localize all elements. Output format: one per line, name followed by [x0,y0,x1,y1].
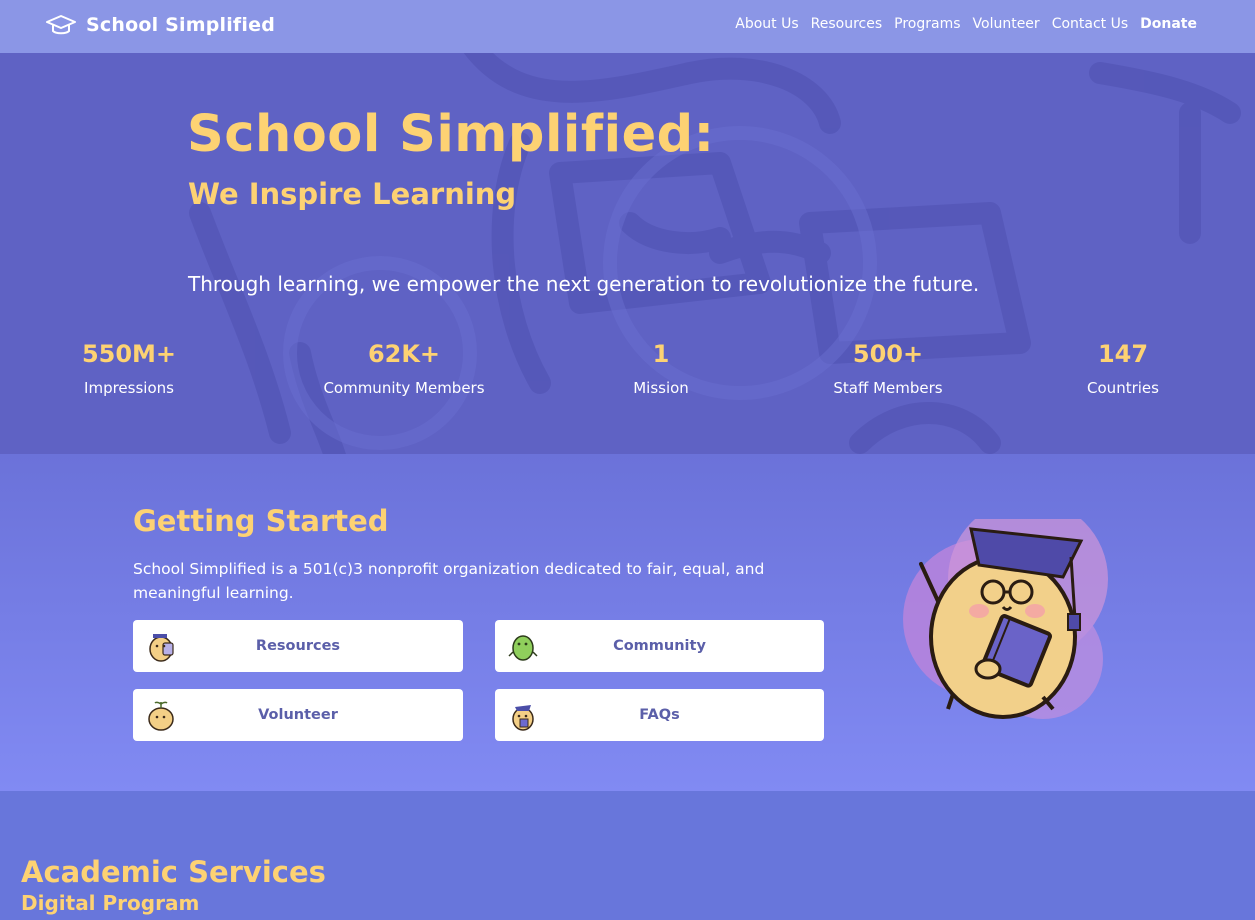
getting-started-section: Getting Started School Simplified is a 5… [0,454,1255,791]
nav-link-contact-us[interactable]: Contact Us [1052,16,1128,32]
community-card-button[interactable]: Community [495,620,824,672]
graduation-cap-icon [46,15,76,35]
stat-value: 500+ [852,340,924,368]
brand-logo[interactable]: School Simplified [46,13,275,37]
stat-label: Staff Members [833,379,943,397]
top-navbar: School Simplified About Us Resources Pro… [0,0,1255,53]
getting-started-description: School Simplified is a 501(c)3 nonprofit… [133,560,765,602]
stat-label: Community Members [323,379,485,397]
resources-card-button[interactable]: Resources [133,620,463,672]
stat-value: 550M+ [81,340,177,368]
faqs-card-button[interactable]: FAQs [495,689,824,741]
stat-community-members: 62K+ Community Members [294,340,514,397]
mascot-sprout-icon [148,701,174,731]
academic-services-section: Academic Services Digital Program [0,791,1255,920]
getting-started-title: Getting Started [133,504,389,538]
card-label: Volunteer [258,707,338,723]
mascot-green-icon [508,635,538,661]
hero-title: School Simplified: [187,105,715,164]
hero-tagline: Through learning, we empower the next ge… [188,272,980,296]
nav-link-about-us[interactable]: About Us [735,16,798,32]
hero-subtitle: We Inspire Learning [188,177,517,211]
stat-value: 147 [1097,340,1149,368]
card-label: Community [613,638,706,654]
nav-link-programs[interactable]: Programs [894,16,960,32]
card-label: Resources [255,638,341,654]
stat-mission: 1 Mission [551,340,771,397]
stat-value: 62K+ [367,340,441,368]
academic-services-title: Academic Services [21,855,326,889]
stat-label: Mission [633,379,689,397]
nav-link-resources[interactable]: Resources [811,16,883,32]
stat-label: Countries [1087,379,1159,397]
nav-link-volunteer[interactable]: Volunteer [973,16,1040,32]
volunteer-card-button[interactable]: Volunteer [133,689,463,741]
card-label: FAQs [639,707,680,723]
mascot-backpack-icon [149,634,174,662]
stat-label: Impressions [84,379,174,397]
mascot-teacher-icon [512,705,534,731]
nav-link-donate[interactable]: Donate [1140,16,1197,32]
mascot-teacher-illustration [903,519,1108,719]
brand-name: School Simplified [86,14,275,36]
stat-countries: 147 Countries [1013,340,1233,397]
digital-program-subtitle: Digital Program [21,891,200,915]
nav-menu: About Us Resources Programs Volunteer Co… [735,16,1197,32]
stat-value: 1 [652,340,670,368]
stat-impressions: 550M+ Impressions [19,340,239,397]
stat-staff-members: 500+ Staff Members [778,340,998,397]
hero-section: School Simplified: We Inspire Learning T… [0,53,1255,454]
